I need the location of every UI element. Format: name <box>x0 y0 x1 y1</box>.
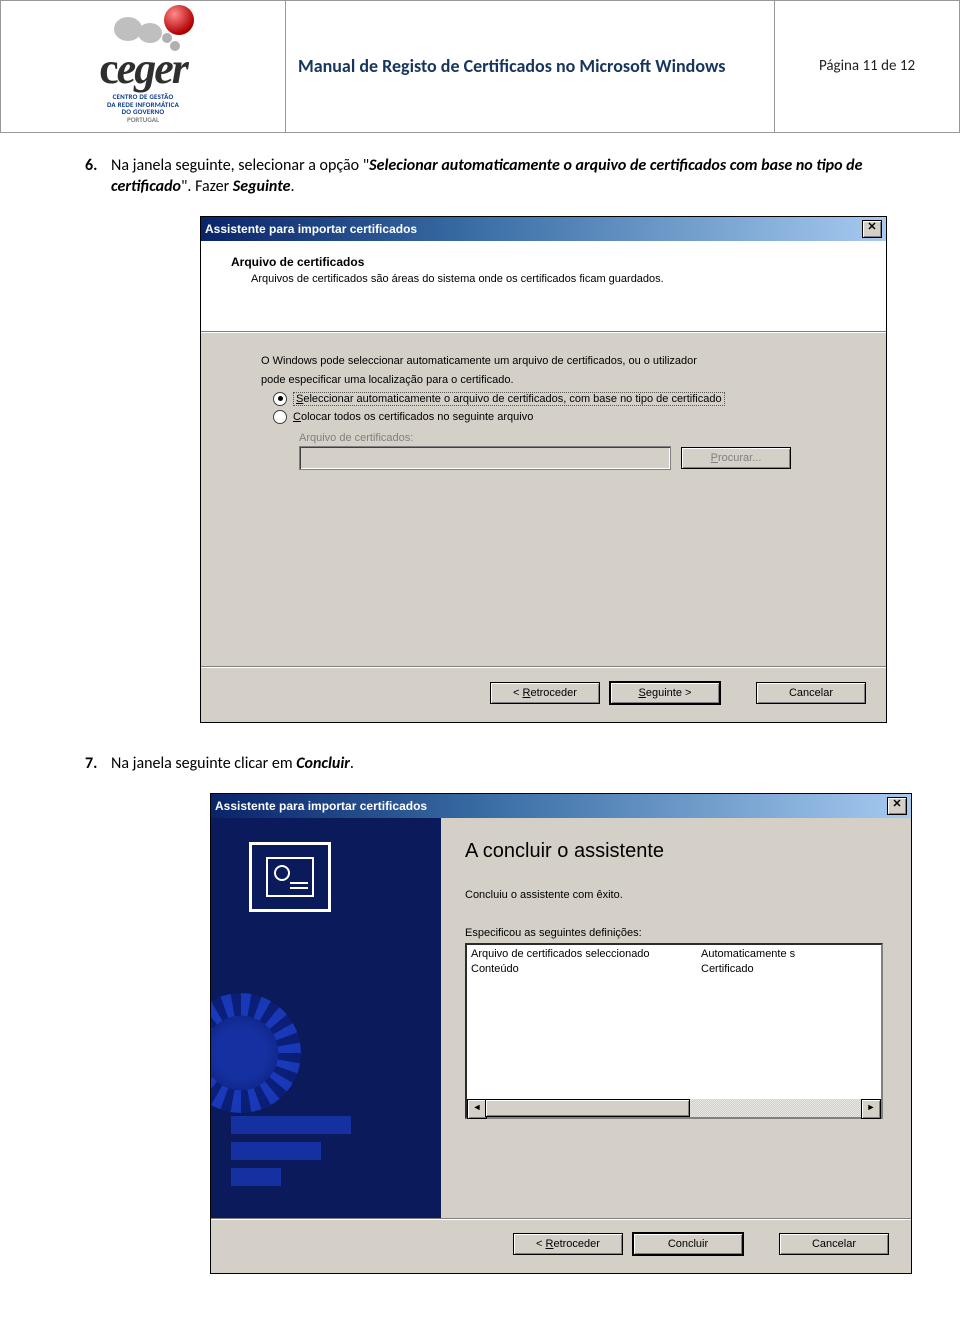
radio-auto-select-store[interactable]: Seleccionar automaticamente o arquivo de… <box>273 392 844 406</box>
step-6-text: Na janela seguinte, selecionar a opção "… <box>111 155 900 198</box>
store-path-input <box>299 446 671 470</box>
settings-listbox[interactable]: Arquivo de certificados seleccionado Con… <box>465 943 883 1119</box>
dialog2-title-text: Assistente para importar certificados <box>215 799 427 813</box>
scroll-right-icon[interactable]: ► <box>861 1099 881 1119</box>
step-6: 6. Na janela seguinte, selecionar a opçã… <box>85 155 900 198</box>
import-wizard-store-dialog: Assistente para importar certificados ✕ … <box>200 216 887 723</box>
horizontal-scrollbar[interactable]: ◄ ► <box>467 1099 881 1117</box>
dialog2-titlebar: Assistente para importar certificados ✕ <box>211 794 911 818</box>
certificate-icon <box>249 842 331 912</box>
back-button[interactable]: < Retroceder <box>490 682 600 704</box>
import-wizard-finish-dialog: Assistente para importar certificados ✕ … <box>210 793 912 1274</box>
dialog1-button-row: < Retroceder Seguinte > Cancelar <box>201 668 886 722</box>
close-icon[interactable]: ✕ <box>887 797 907 815</box>
scroll-thumb[interactable] <box>485 1099 690 1117</box>
list-item: Arquivo de certificados seleccionado <box>471 947 701 962</box>
dialog2-subtext: Concluiu o assistente com êxito. <box>465 889 885 901</box>
dialog2-button-row: < Retroceder Concluir Cancelar <box>211 1218 911 1273</box>
step-7-text: Na janela seguinte clicar em Concluir. <box>111 753 900 775</box>
dialog1-titlebar: Assistente para importar certificados ✕ <box>201 217 886 241</box>
radio-place-all-certs[interactable]: Colocar todos os certificados no seguint… <box>273 410 844 424</box>
doc-title: Manual de Registo de Certificados no Mic… <box>286 1 775 133</box>
next-button[interactable]: Seguinte > <box>610 682 720 704</box>
step-7-number: 7. <box>85 753 111 775</box>
logo-name: ceger <box>99 47 187 91</box>
ceger-logo: ceger CENTRO DE GESTÃO DA REDE INFORMÁTI… <box>13 9 273 124</box>
scroll-left-icon[interactable]: ◄ <box>467 1099 487 1119</box>
radio-icon <box>273 392 287 406</box>
store-field-label: Arquivo de certificados: <box>299 432 844 444</box>
dialog1-header-panel: Arquivo de certificados Arquivos de cert… <box>201 241 886 332</box>
page-header: ceger CENTRO DE GESTÃO DA REDE INFORMÁTI… <box>0 0 960 133</box>
back-button[interactable]: < Retroceder <box>513 1233 623 1255</box>
dialog1-intro-line1: O Windows pode seleccionar automaticamen… <box>261 354 844 369</box>
list-item: Automaticamente s <box>701 947 795 962</box>
rosette-icon <box>211 993 301 1113</box>
logo-cell: ceger CENTRO DE GESTÃO DA REDE INFORMÁTI… <box>1 1 286 133</box>
sphere-icon <box>164 5 194 35</box>
dialog2-heading: A concluir o assistente <box>465 840 885 863</box>
finish-button[interactable]: Concluir <box>633 1233 743 1255</box>
radio-icon <box>273 410 287 424</box>
wizard-side-banner <box>211 818 441 1218</box>
cancel-button[interactable]: Cancelar <box>756 682 866 704</box>
cancel-button[interactable]: Cancelar <box>779 1233 889 1255</box>
dialog1-subheading: Arquivos de certificados são áreas do si… <box>251 273 862 285</box>
browse-button: Procurar... <box>681 447 791 469</box>
dialog1-title-text: Assistente para importar certificados <box>205 222 417 236</box>
dialog1-heading: Arquivo de certificados <box>231 255 862 269</box>
logo-subtitle: CENTRO DE GESTÃO DA REDE INFORMÁTICA DO … <box>107 93 179 124</box>
dialog1-intro-line2: pode especificar uma localização para o … <box>261 373 844 388</box>
list-item: Certificado <box>701 962 795 977</box>
list-item: Conteúdo <box>471 962 701 977</box>
step-7: 7. Na janela seguinte clicar em Concluir… <box>85 753 900 775</box>
settings-label: Especificou as seguintes definições: <box>465 927 885 939</box>
close-icon[interactable]: ✕ <box>862 220 882 238</box>
page-number: Página 11 de 12 <box>775 1 960 133</box>
banner-bars-icon <box>231 1116 371 1194</box>
step-6-number: 6. <box>85 155 111 198</box>
